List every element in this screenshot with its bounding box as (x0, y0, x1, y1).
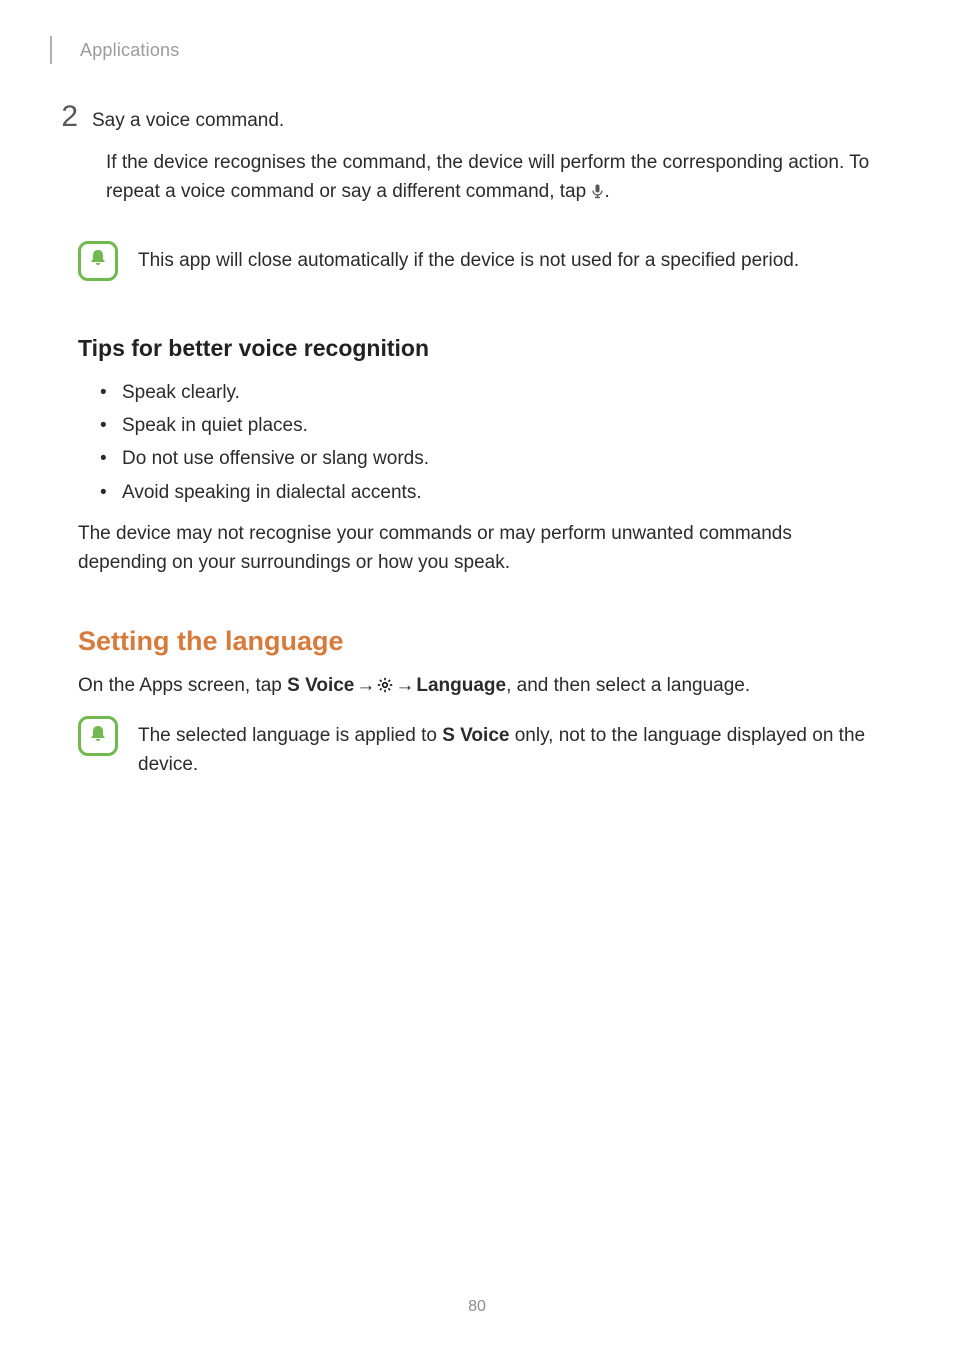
setting-language-instruction: On the Apps screen, tap S Voice → → Lang… (78, 671, 876, 702)
instr-post: , and then select a language. (506, 675, 750, 696)
note-2-pre: The selected language is applied to (138, 725, 442, 746)
page-number: 80 (0, 1298, 954, 1316)
svoice-label: S Voice (287, 675, 354, 696)
step-title: Say a voice command. (92, 110, 284, 132)
step-body: If the device recognises the command, th… (106, 148, 876, 209)
list-item: Speak in quiet places. (100, 409, 876, 442)
arrow-2: → (393, 671, 416, 700)
step-body-line2-post: . (604, 181, 609, 202)
note-2-text: The selected language is applied to S Vo… (138, 716, 876, 779)
step-body-line1: If the device recognises the command, th… (106, 152, 849, 173)
tips-footer: The device may not recognise your comman… (78, 519, 876, 578)
step-2: 2 Say a voice command. (42, 100, 876, 134)
list-item: Speak clearly. (100, 376, 876, 409)
note-icon-box (78, 716, 118, 756)
setting-language-heading: Setting the language (78, 626, 876, 657)
instr-pre: On the Apps screen, tap (78, 675, 287, 696)
section-label: Applications (80, 40, 179, 61)
header-rule (50, 36, 52, 64)
note-icon-box (78, 241, 118, 281)
gear-icon (377, 673, 393, 702)
bell-icon (87, 723, 109, 750)
note-1-text: This app will close automatically if the… (138, 241, 799, 276)
language-label: Language (416, 675, 506, 696)
note-2-bold: S Voice (442, 725, 509, 746)
page: Applications 2 Say a voice command. If t… (0, 0, 954, 1350)
step-number: 2 (42, 100, 78, 134)
arrow-1: → (354, 671, 377, 700)
bell-icon (87, 247, 109, 274)
note-1: This app will close automatically if the… (78, 241, 876, 281)
note-2: The selected language is applied to S Vo… (78, 716, 876, 779)
tips-heading: Tips for better voice recognition (78, 335, 876, 362)
header: Applications (78, 36, 876, 64)
mic-icon (591, 179, 604, 208)
tips-list: Speak clearly. Speak in quiet places. Do… (100, 376, 876, 509)
list-item: Do not use offensive or slang words. (100, 442, 876, 475)
list-item: Avoid speaking in dialectal accents. (100, 476, 876, 509)
